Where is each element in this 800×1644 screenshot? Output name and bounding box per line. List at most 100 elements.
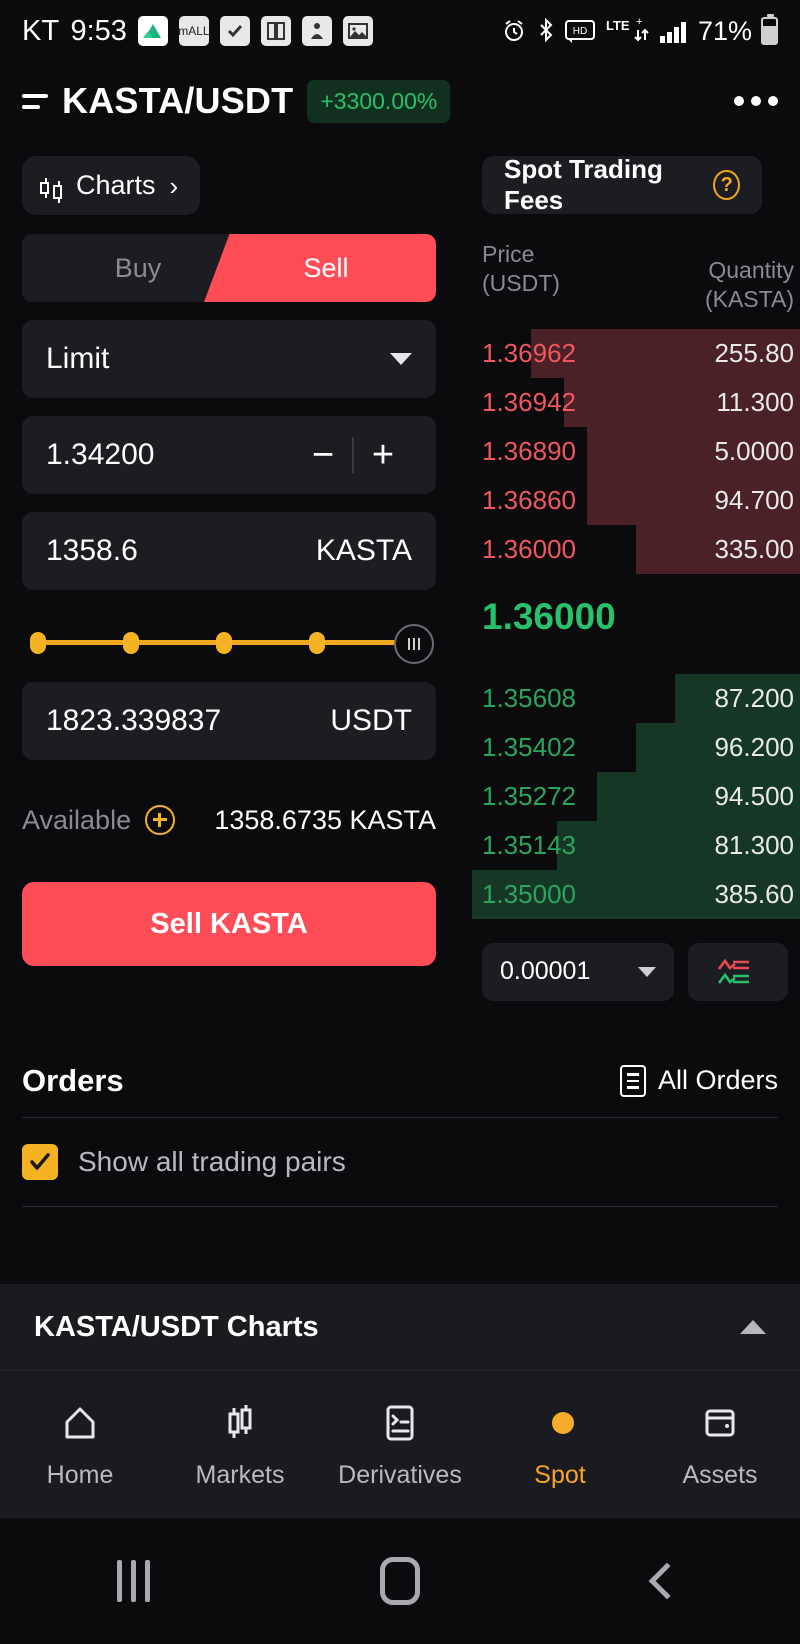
tick-size-select[interactable]: 0.00001 [482,942,674,1001]
all-orders-label: All Orders [657,1065,778,1096]
recents-button[interactable] [0,1560,267,1602]
lte-icon: LTE + [604,16,650,46]
nav-item-markets-label: Markets [195,1461,285,1489]
green-mountain-app-icon [137,16,168,46]
status-bar-right: HD LTE + 71% [501,14,778,47]
table-row[interactable]: 1.35143 81.300 [472,820,800,870]
price-input-row[interactable]: 1.34200 − + [22,416,436,494]
orders-section: Orders All Orders Show all trading pairs [0,1045,800,1207]
order-book-header: Price (USDT) Quantity (KASTA) [472,240,800,315]
total-input[interactable]: 1823.339837 [46,704,221,738]
table-row[interactable]: 1.36942 11.300 [472,377,800,427]
amount-percent-slider[interactable] [24,620,434,664]
bid-price: 1.35272 [482,780,576,811]
table-row[interactable]: 1.36860 94.700 [472,475,800,525]
check-icon [30,1153,50,1170]
show-all-pairs-row[interactable]: Show all trading pairs [22,1118,778,1206]
chevron-right-icon: › [169,170,179,201]
orders-header: Orders All Orders [22,1045,778,1117]
table-row[interactable]: 1.36000 335.00 [472,524,800,574]
all-orders-button[interactable]: All Orders [619,1064,778,1097]
table-row[interactable]: 1.35608 87.200 [472,673,800,723]
battery-icon [761,14,778,45]
checkbox-app-icon [219,16,250,46]
derivatives-list-icon [377,1399,423,1447]
total-input-row[interactable]: 1823.339837 USDT [22,682,436,760]
charts-expander[interactable]: KASTA/USDT Charts [0,1284,800,1370]
nav-item-home[interactable]: Home [0,1399,160,1490]
app-header: KASTA/USDT +3300.00% [0,62,800,140]
chevron-up-icon[interactable] [740,1320,766,1334]
slider-node-50[interactable] [216,632,232,654]
slider-node-25[interactable] [123,632,139,654]
question-mark-icon[interactable]: ? [713,170,740,200]
bluetooth-icon [536,17,556,45]
price-stepper: − + [294,436,412,474]
nav-item-derivatives[interactable]: Derivatives [320,1399,480,1490]
nav-item-derivatives-label: Derivatives [338,1461,462,1489]
available-label: Available [22,804,132,835]
bid-rows: 1.35608 87.200 1.35402 96.200 1.35272 94… [472,673,800,919]
table-row[interactable]: 1.35272 94.500 [472,771,800,821]
slider-node-75[interactable] [309,632,325,654]
nav-item-assets[interactable]: Assets [640,1399,800,1490]
slider-handle[interactable] [394,624,434,664]
candlestick-icon [217,1399,263,1447]
orders-title: Orders [22,1062,124,1098]
order-book-price-header: Price (USDT) [482,241,560,297]
bid-qty: 81.300 [714,829,794,860]
slider-node-0[interactable] [30,632,46,654]
tab-buy-label: Buy [114,252,162,283]
nav-item-markets[interactable]: Markets [160,1399,320,1490]
bid-qty: 385.60 [714,878,794,909]
table-row[interactable]: 1.36890 5.0000 [472,426,800,476]
order-type-select[interactable]: Limit [22,320,436,398]
more-options-icon[interactable] [734,96,778,106]
table-row[interactable]: 1.35402 96.200 [472,722,800,772]
bid-price: 1.35000 [482,878,576,909]
spot-trading-fees-label: Spot Trading Fees [504,154,663,215]
ask-price: 1.36000 [482,533,576,564]
price-increment-button[interactable]: + [354,436,412,474]
bid-price: 1.35608 [482,682,576,713]
chevron-down-icon [390,353,412,365]
ask-price: 1.36942 [482,386,576,417]
amount-input-row[interactable]: 1358.6 KASTA [22,512,436,590]
recents-icon [116,1560,150,1602]
candlestick-icon [40,173,62,203]
wallet-icon [697,1399,743,1447]
table-row[interactable]: 1.36962 255.80 [472,328,800,378]
add-funds-icon[interactable] [145,805,176,835]
tab-sell[interactable]: Sell [204,234,436,302]
nav-item-spot-label: Spot [534,1461,586,1489]
show-all-pairs-checkbox[interactable] [22,1143,58,1180]
bid-qty: 87.200 [714,682,794,713]
submit-order-button[interactable]: Sell KASTA [22,882,436,966]
pairs-divider [22,1205,778,1207]
list-lines-icon[interactable] [22,93,48,109]
order-book-view-select[interactable] [688,942,788,1001]
amount-unit-label: KASTA [315,534,412,567]
charts-button[interactable]: Charts › [22,156,201,215]
price-change-badge: +3300.00% [307,79,451,123]
nav-item-spot[interactable]: Spot [480,1399,640,1490]
tab-sell-label: Sell [303,252,349,283]
order-book-footer: 0.00001 [472,919,800,1001]
carrier-label: KT [22,14,60,47]
ask-qty: 11.300 [716,386,794,417]
table-row[interactable]: 1.35000 385.60 [472,869,800,919]
signal-icon [659,18,689,44]
page-title[interactable]: KASTA/USDT [62,80,293,122]
home-button[interactable] [267,1557,534,1605]
last-price: 1.36000 [482,595,616,637]
bottom-navigation: Home Markets Derivatives Spot Assets [0,1370,800,1518]
home-square-icon [380,1557,420,1605]
price-decrement-button[interactable]: − [294,436,352,474]
document-list-icon [619,1064,646,1097]
spot-trading-fees-button[interactable]: Spot Trading Fees ? [482,154,762,215]
amount-input[interactable]: 1358.6 [46,534,138,568]
bid-qty: 94.500 [714,780,794,811]
back-button[interactable] [533,1562,800,1600]
available-row: Available 1358.6735 KASTA [22,800,436,840]
price-input[interactable]: 1.34200 [46,438,154,472]
